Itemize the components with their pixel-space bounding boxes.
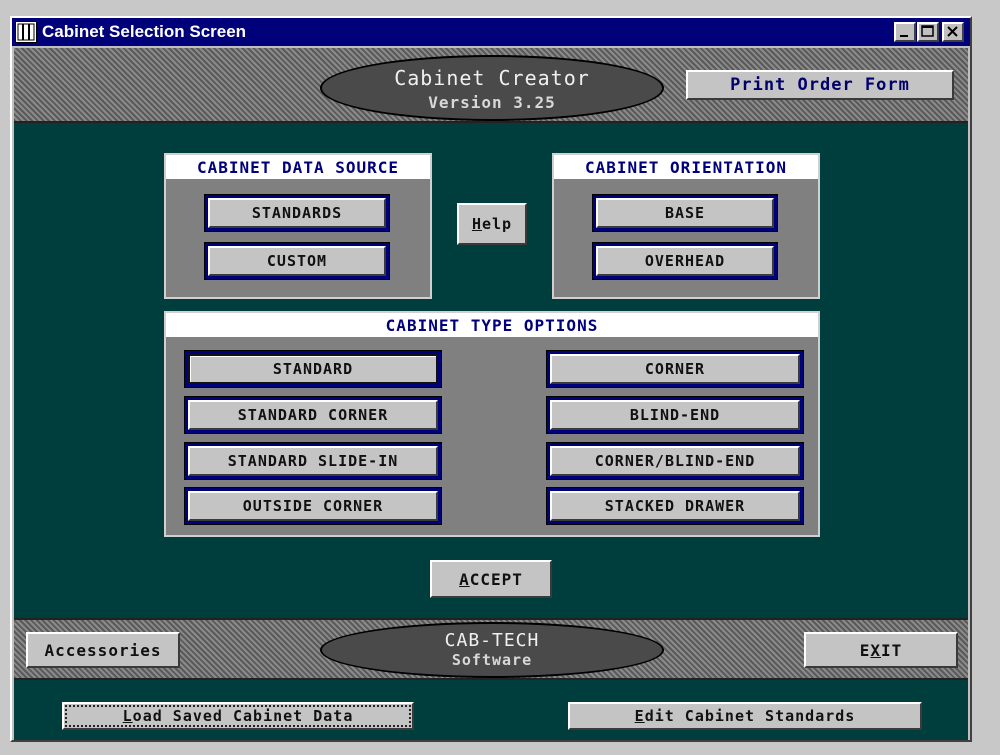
company-logo-oval: CAB-TECH Software <box>320 622 664 678</box>
accept-button[interactable]: A CCEPT <box>430 560 552 598</box>
accessories-label: Accessories <box>44 640 162 660</box>
edit-mnemonic: E <box>634 707 645 725</box>
type-standard-label: STANDARD <box>272 360 354 378</box>
edit-cabinet-standards-button[interactable]: Edit Cabinet Standards <box>568 702 922 730</box>
standards-label: STANDARDS <box>251 204 343 222</box>
type-corner-label: CORNER <box>644 360 706 378</box>
base-button[interactable]: BASE <box>596 198 774 228</box>
app-logo-oval: Cabinet Creator Version 3.25 <box>320 55 664 121</box>
load-mnemonic: L <box>122 707 133 725</box>
type-corner-blind-end-label: CORNER/BLIND-END <box>594 452 756 470</box>
client-area: Cabinet Creator Version 3.25 Print Order… <box>14 48 968 740</box>
exit-mnemonic: X <box>870 640 881 660</box>
load-label: oad Saved Cabinet Data <box>132 707 354 725</box>
type-standard-slide-in-button[interactable]: STANDARD SLIDE-IN <box>188 446 438 476</box>
type-stacked-drawer-label: STACKED DRAWER <box>604 497 746 515</box>
type-outside-corner-button[interactable]: OUTSIDE CORNER <box>188 491 438 521</box>
accept-mnemonic: A <box>459 569 470 589</box>
app-name: Cabinet Creator <box>394 66 590 90</box>
type-standard-corner-label: STANDARD CORNER <box>237 406 389 424</box>
type-stacked-drawer-button[interactable]: STACKED DRAWER <box>550 491 800 521</box>
type-corner-blind-end-button[interactable]: CORNER/BLIND-END <box>550 446 800 476</box>
exit-label-start: E <box>859 640 871 660</box>
exit-button[interactable]: E X IT <box>804 632 958 668</box>
type-blind-end-label: BLIND-END <box>629 406 721 424</box>
close-button[interactable] <box>942 22 964 42</box>
base-label: BASE <box>664 204 706 222</box>
title-bar[interactable]: Cabinet Selection Screen <box>12 18 970 46</box>
app-icon[interactable] <box>15 21 37 43</box>
custom-label: CUSTOM <box>266 252 328 270</box>
type-corner-button[interactable]: CORNER <box>550 354 800 384</box>
orientation-title: CABINET ORIENTATION <box>554 155 818 179</box>
data-source-title: CABINET DATA SOURCE <box>166 155 430 179</box>
load-saved-cabinet-data-button[interactable]: Load Saved Cabinet Data <box>62 702 414 730</box>
company-subtitle: Software <box>451 651 533 669</box>
overhead-button[interactable]: OVERHEAD <box>596 246 774 276</box>
company-name: CAB-TECH <box>444 630 540 651</box>
help-button[interactable]: Help <box>457 203 527 245</box>
maximize-button[interactable] <box>917 22 939 42</box>
type-blind-end-button[interactable]: BLIND-END <box>550 400 800 430</box>
window-title: Cabinet Selection Screen <box>42 22 247 41</box>
type-options-panel: CABINET TYPE OPTIONS STANDARD STANDARD C… <box>164 311 820 537</box>
help-label: elp <box>481 215 513 233</box>
type-standard-corner-button[interactable]: STANDARD CORNER <box>188 400 438 430</box>
data-source-panel: CABINET DATA SOURCE STANDARDS CUSTOM <box>164 153 432 299</box>
app-version: Version 3.25 <box>428 93 556 112</box>
exit-label-end: IT <box>881 640 903 660</box>
edit-label: dit Cabinet Standards <box>644 707 856 725</box>
help-mnemonic: H <box>471 215 482 233</box>
type-options-title: CABINET TYPE OPTIONS <box>166 313 818 337</box>
print-order-form-label: Print Order Form <box>730 75 910 95</box>
minimize-button[interactable] <box>894 22 916 42</box>
standards-button[interactable]: STANDARDS <box>208 198 386 228</box>
type-standard-slide-in-label: STANDARD SLIDE-IN <box>227 452 399 470</box>
type-standard-button[interactable]: STANDARD <box>188 354 438 384</box>
overhead-label: OVERHEAD <box>644 252 726 270</box>
accessories-button[interactable]: Accessories <box>26 632 180 668</box>
type-outside-corner-label: OUTSIDE CORNER <box>242 497 384 515</box>
print-order-form-button[interactable]: Print Order Form <box>686 70 954 100</box>
custom-button[interactable]: CUSTOM <box>208 246 386 276</box>
accept-label: CCEPT <box>469 569 523 589</box>
orientation-panel: CABINET ORIENTATION BASE OVERHEAD <box>552 153 820 299</box>
main-window: Cabinet Selection Screen Cabinet Creator… <box>10 16 972 742</box>
